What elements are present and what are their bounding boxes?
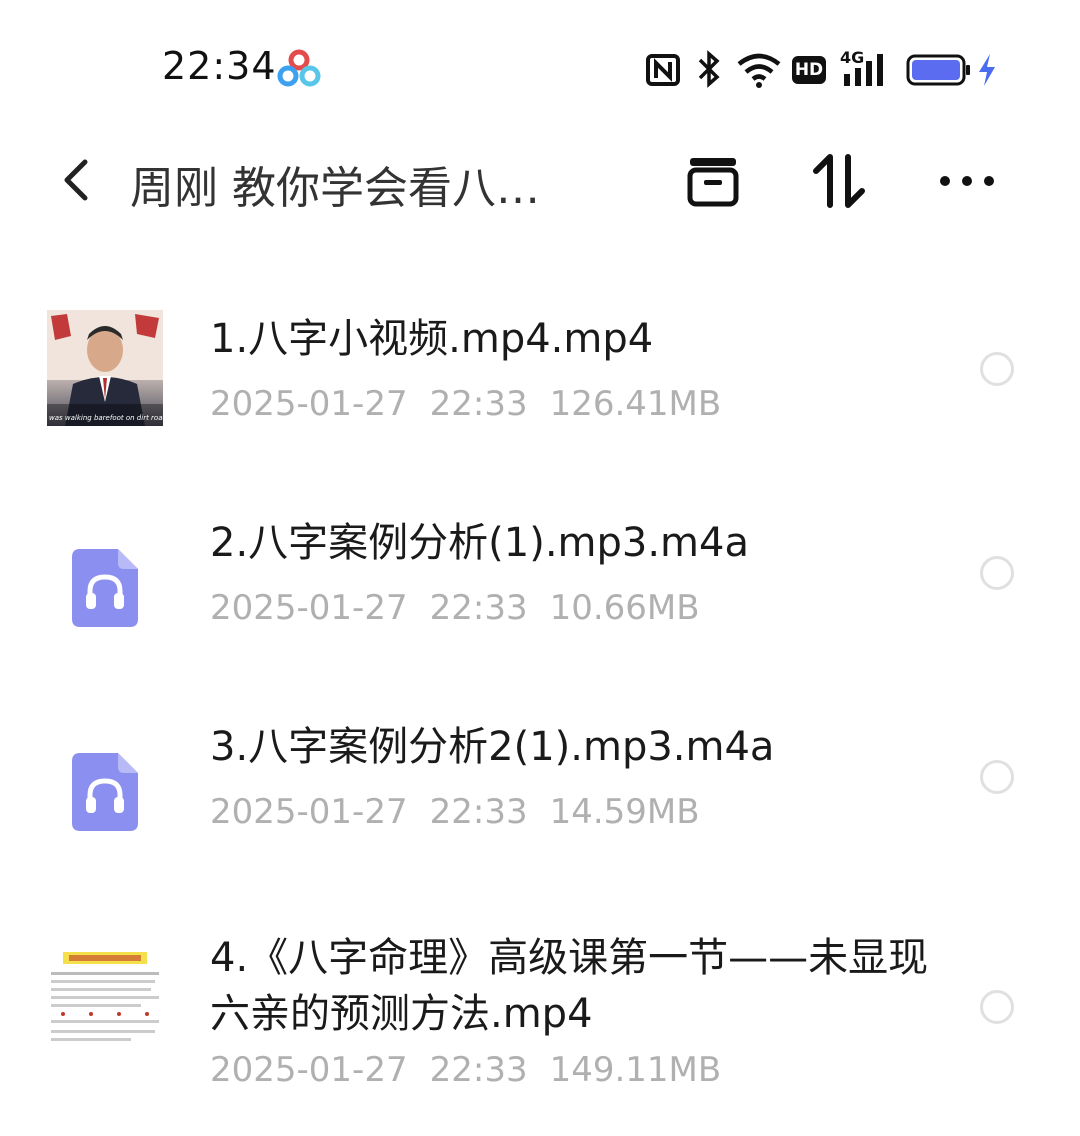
sort-icon [813,154,865,208]
file-size: 149.11MB [549,1050,722,1090]
status-icons: HD 4G [640,44,1020,94]
file-date: 2025-01-27 [210,588,408,628]
video-thumbnail: was walking barefoot on dirt road [47,310,163,426]
hd-label: HD [794,60,824,80]
file-meta: 2025-01-27 22:33 126.41MB [210,384,743,424]
select-radio[interactable] [980,352,1014,386]
file-name: 4.《八字命理》高级课第一节——未显现六亲的预测方法.mp4 [210,935,929,1037]
page-title: 周刚 教你学会看八… [130,163,540,214]
file-time: 22:33 [429,384,528,424]
document-video-thumbnail [47,946,163,1056]
file-meta: 2025-01-27 22:33 10.66MB [210,588,722,628]
file-date: 2025-01-27 [210,792,408,832]
select-radio[interactable] [980,556,1014,590]
file-meta: 2025-01-27 22:33 149.11MB [210,1050,743,1090]
audio-file-thumbnail [47,530,163,646]
file-size: 126.41MB [549,384,722,424]
file-name: 1.八字小视频.mp4.mp4 [210,316,654,362]
hd-icon: HD [792,56,826,84]
headphones-file-icon [72,753,138,831]
sort-button[interactable] [804,146,874,216]
file-time: 22:33 [429,588,528,628]
bluetooth-icon [696,50,722,92]
video-caption: was walking barefoot on dirt road [49,414,163,422]
file-name: 3.八字案例分析2(1).mp3.m4a [210,724,775,770]
select-radio[interactable] [980,760,1014,794]
archive-icon [687,158,739,207]
file-meta: 2025-01-27 22:33 14.59MB [210,792,722,832]
file-row[interactable]: 3.八字案例分析2(1).mp3.m4a 2025-01-27 22:33 14.5… [0,678,1080,878]
status-time: 22:34 [162,44,277,88]
headphones-file-icon [72,549,138,627]
nfc-icon [646,54,680,90]
battery-icon [906,54,972,90]
cloud-app-icon [276,48,322,90]
top-app-bar: 周刚 教你学会看八… [0,130,1080,240]
file-size: 10.66MB [549,588,700,628]
file-row[interactable]: was walking barefoot on dirt road 1.八字小视… [0,270,1080,470]
select-radio[interactable] [980,990,1014,1024]
file-row[interactable]: 4.《八字命理》高级课第一节——未显现六亲的预测方法.mp4 2025-01-2… [0,910,1080,1136]
file-row[interactable]: 2.八字案例分析(1).mp3.m4a 2025-01-27 22:33 10.66… [0,474,1080,674]
file-time: 22:33 [429,1050,528,1090]
archive-button[interactable] [678,146,748,216]
wifi-icon [736,52,782,92]
audio-file-thumbnail [47,734,163,850]
file-name: 2.八字案例分析(1).mp3.m4a [210,520,749,566]
back-button[interactable] [48,150,104,210]
more-icon [940,176,994,186]
charging-icon [976,52,998,92]
signal-4g-icon: 4G [840,48,892,88]
file-date: 2025-01-27 [210,1050,408,1090]
file-date: 2025-01-27 [210,384,408,424]
status-bar: 22:34 HD 4G [0,0,1080,130]
more-button[interactable] [932,146,1002,216]
file-time: 22:33 [429,792,528,832]
chevron-left-icon [64,159,88,201]
file-size: 14.59MB [549,792,700,832]
